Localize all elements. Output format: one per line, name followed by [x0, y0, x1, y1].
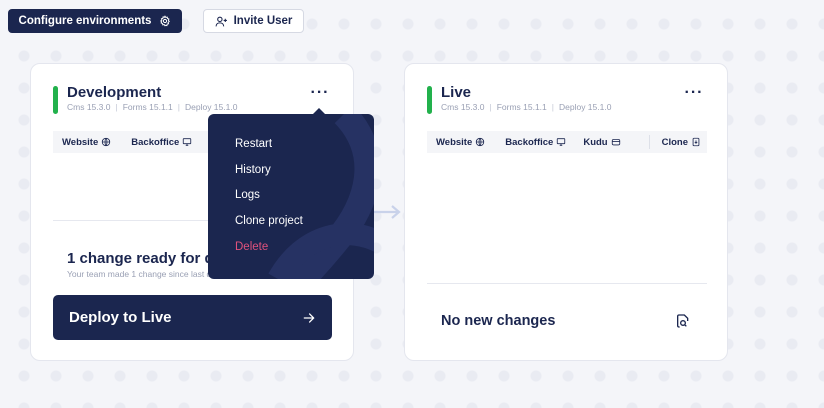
menu-item-logs[interactable]: Logs: [235, 189, 260, 201]
version-separator: |: [115, 102, 118, 112]
website-link[interactable]: Website: [62, 137, 111, 148]
monitor-icon: [183, 138, 192, 146]
status-indicator: [53, 86, 58, 114]
cms-version: Cms 15.3.0: [441, 102, 485, 112]
more-options-button[interactable]: ···: [684, 85, 704, 103]
website-link-label: Website: [62, 136, 99, 148]
forms-version: Forms 15.1.1: [122, 102, 173, 112]
clone-icon: [692, 137, 700, 147]
kudu-link-label: Kudu: [583, 136, 608, 148]
menu-item-delete[interactable]: Delete: [235, 241, 268, 253]
clone-link[interactable]: Clone: [662, 137, 701, 148]
invite-user-label: Invite User: [233, 15, 293, 27]
configure-environments-button[interactable]: Configure environments: [8, 9, 182, 33]
environment-name: Live: [441, 84, 472, 101]
backoffice-link-label: Backoffice: [505, 136, 554, 148]
menu-item-restart[interactable]: Restart: [235, 138, 272, 150]
decorative-swoosh: [268, 114, 374, 279]
changes-subtitle: Your team made 1 change since last d: [67, 269, 212, 279]
version-separator: |: [177, 102, 180, 112]
website-link[interactable]: Website: [436, 137, 485, 148]
deploy-version: Deploy 15.1.0: [184, 102, 238, 112]
environment-options-menu: Restart History Logs Clone project Delet…: [208, 114, 374, 279]
console-icon: [611, 139, 620, 146]
monitor-icon: [557, 138, 566, 146]
version-separator: |: [489, 102, 492, 112]
add-user-icon: [215, 16, 227, 26]
environment-links: Website Backoffice Kudu Clone: [427, 131, 707, 153]
no-changes-text: No new changes: [441, 313, 556, 329]
environment-name: Development: [67, 84, 162, 101]
version-separator: |: [551, 102, 554, 112]
backoffice-link[interactable]: Backoffice: [131, 137, 192, 148]
deploy-direction-arrow-icon: [372, 205, 401, 219]
menu-item-clone-project[interactable]: Clone project: [235, 215, 303, 227]
backoffice-link-label: Backoffice: [131, 136, 180, 148]
invite-user-button[interactable]: Invite User: [203, 9, 304, 33]
changes-title: 1 change ready for de: [67, 250, 223, 267]
link-separator: [648, 135, 650, 149]
gear-icon: [160, 15, 171, 27]
version-info: Cms 15.3.0 | Forms 15.1.1 | Deploy 15.1.0: [441, 102, 611, 112]
clone-link-label: Clone: [661, 136, 688, 148]
more-options-button[interactable]: ···: [310, 85, 330, 103]
kudu-link[interactable]: Kudu: [583, 137, 620, 148]
menu-item-history[interactable]: History: [235, 164, 271, 176]
status-indicator: [427, 86, 432, 114]
file-search-icon: [677, 314, 689, 328]
arrow-right-icon: [303, 312, 315, 323]
forms-version: Forms 15.1.1: [496, 102, 547, 112]
divider: [427, 283, 707, 284]
version-info: Cms 15.3.0 | Forms 15.1.1 | Deploy 15.1.0: [67, 102, 237, 112]
globe-icon: [476, 137, 485, 147]
live-environment-card: Live Cms 15.3.0 | Forms 15.1.1 | Deploy 15.1…: [404, 63, 728, 361]
deploy-to-live-label: Deploy to Live: [69, 309, 172, 326]
deploy-to-live-button[interactable]: Deploy to Live: [53, 295, 332, 340]
globe-icon: [102, 137, 111, 147]
backoffice-link[interactable]: Backoffice: [505, 137, 566, 148]
configure-environments-label: Configure environments: [18, 15, 152, 27]
website-link-label: Website: [436, 136, 473, 148]
deploy-version: Deploy 15.1.0: [558, 102, 612, 112]
cms-version: Cms 15.3.0: [67, 102, 111, 112]
